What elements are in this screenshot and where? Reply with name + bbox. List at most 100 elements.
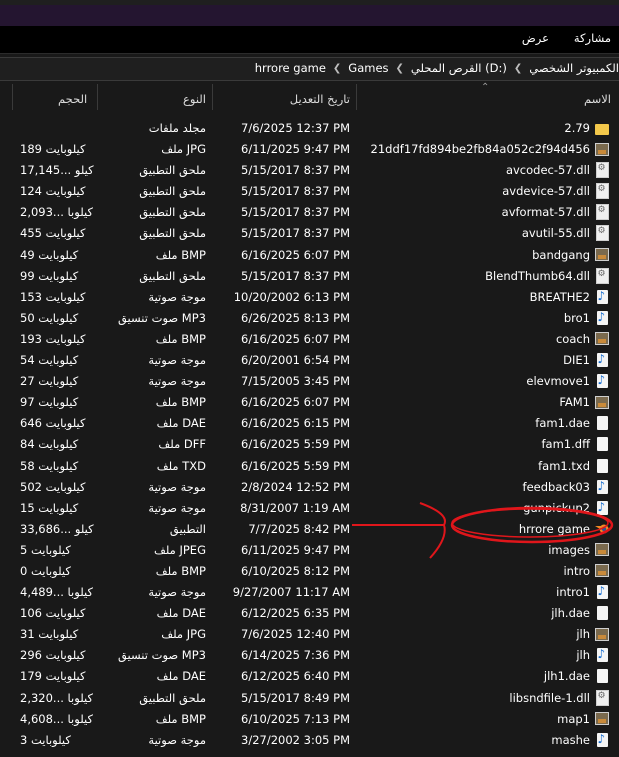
image-file-icon: [595, 563, 609, 579]
file-list: 2.79 7/6/2025 12:37 PM مجلد ملفات 21ddf17fd…: [0, 118, 619, 751]
command-bar: مشاركة عرض: [0, 26, 619, 53]
file-row[interactable]: jlh 6/14/2025 7:36 PM صوت تنسيق MP3 296 كيل…: [0, 645, 619, 666]
file-size: 4,608... كيلوبا: [20, 711, 93, 726]
column-header-size[interactable]: الحجم: [58, 92, 87, 106]
file-row[interactable]: mashe 3/27/2002 3:05 PM موجة صوتية 3 كيلوبا…: [0, 730, 619, 751]
audio-file-icon: [595, 289, 609, 305]
column-header-type[interactable]: النوع: [183, 92, 206, 106]
file-row[interactable]: libsndfile-1.dll 5/15/2017 8:49 PM ملحق ال…: [0, 688, 619, 709]
file-row[interactable]: avformat-57.dll 5/15/2017 8:37 PM ملحق الت…: [0, 202, 619, 223]
file-date: 3/27/2002 3:05 PM: [241, 732, 350, 747]
breadcrumb-games[interactable]: Games: [348, 61, 388, 75]
file-row[interactable]: jlh 7/6/2025 12:40 PM ملف JPG 31 كيلوبايت: [0, 624, 619, 645]
file-size: 179 كيلوبايت: [20, 669, 86, 684]
image-file-icon: [595, 394, 609, 410]
column-header-date[interactable]: تاريخ التعديل: [290, 92, 350, 106]
file-row[interactable]: avdevice-57.dll 5/15/2017 8:37 PM ملحق الت…: [0, 181, 619, 202]
file-date: 6/10/2025 8:12 PM: [241, 563, 350, 578]
file-type: ملحق التطبيق: [139, 690, 206, 705]
file-name: 21ddf17fd894be2fb84a052c2f94d456: [370, 142, 590, 157]
file-name: avformat-57.dll: [501, 205, 590, 220]
file-size: 27 كيلوبايت: [20, 374, 79, 389]
file-date: 2/8/2024 12:52 PM: [241, 479, 350, 494]
file-row[interactable]: feedback03 2/8/2024 12:52 PM موجة صوتية 502…: [0, 477, 619, 498]
file-date: 5/15/2017 8:37 PM: [241, 268, 350, 283]
file-row[interactable]: FAM1 6/16/2025 6:07 PM ملف BMP 97 كيلوبايت: [0, 392, 619, 413]
file-row[interactable]: DIE1 6/20/2001 6:54 PM موجة صوتية 54 كيلوبا…: [0, 350, 619, 371]
file-row[interactable]: BlendThumb64.dll 5/15/2017 8:37 PM ملحق ال…: [0, 266, 619, 287]
file-row[interactable]: bro1 6/26/2025 8:13 PM صوت تنسيق MP3 50 كيل…: [0, 308, 619, 329]
audio-file-icon: [595, 310, 609, 326]
file-date: 5/15/2017 8:37 PM: [241, 163, 350, 178]
file-row[interactable]: gunpickup2 8/31/2007 1:19 AM موجة صوتية 15 …: [0, 498, 619, 519]
file-row[interactable]: fam1.dae 6/16/2025 6:15 PM ملف DAE 646 كيلو…: [0, 413, 619, 434]
file-row[interactable]: BREATHE2 10/20/2002 6:13 PM موجة صوتية 153 …: [0, 287, 619, 308]
file-name: 2.79: [564, 121, 590, 135]
breadcrumb-current-folder[interactable]: hrrore game: [255, 61, 326, 75]
file-name: BlendThumb64.dll: [485, 268, 590, 283]
column-divider[interactable]: [356, 84, 357, 110]
file-type: موجة صوتية: [148, 585, 206, 600]
dll-file-icon: [595, 267, 609, 284]
file-row[interactable]: fam1.dff 6/16/2025 5:59 PM ملف DFF 84 كيلوب…: [0, 434, 619, 455]
file-type: موجة صوتية: [148, 374, 206, 389]
chevron-left-icon[interactable]: ❮: [333, 63, 341, 74]
file-row[interactable]: hrrore game 7/7/2025 8:42 PM التطبيق 33,686…: [0, 519, 619, 540]
file-row[interactable]: avutil-55.dll 5/15/2017 8:37 PM ملحق التطب…: [0, 223, 619, 244]
address-bar[interactable]: الكمبيوتر الشخصي ❮ القرص المحلي (D:) ❮ G…: [0, 57, 619, 81]
file-name: bro1: [563, 310, 590, 325]
column-header-name[interactable]: الاسم: [584, 92, 611, 106]
file-date: 7/6/2025 12:40 PM: [241, 627, 350, 642]
breadcrumb-this-pc[interactable]: الكمبيوتر الشخصي: [529, 61, 619, 75]
file-date: 6/11/2025 9:47 PM: [241, 142, 350, 157]
file-row[interactable]: elevmove1 7/15/2005 3:45 PM موجة صوتية 27 ك…: [0, 371, 619, 392]
share-menu[interactable]: مشاركة: [574, 31, 611, 45]
file-date: 7/15/2005 3:45 PM: [241, 374, 350, 389]
breadcrumb-local-disk[interactable]: القرص المحلي (D:): [411, 61, 507, 75]
file-row[interactable]: jlh1.dae 6/12/2025 6:40 PM ملف DAE 179 كيلو…: [0, 666, 619, 687]
chevron-left-icon[interactable]: ❮: [514, 63, 522, 74]
column-divider[interactable]: [97, 84, 98, 110]
file-date: 10/20/2002 6:13 PM: [233, 289, 350, 304]
file-row[interactable]: jlh.dae 6/12/2025 6:35 PM ملف DAE 106 كيلوب…: [0, 603, 619, 624]
audio-file-icon: [595, 500, 609, 516]
file-name: elevmove1: [526, 374, 590, 389]
file-type: صوت تنسيق MP3: [117, 648, 206, 663]
file-row[interactable]: 21ddf17fd894be2fb84a052c2f94d456 6/11/202…: [0, 139, 619, 160]
dll-file-icon: [595, 689, 609, 706]
file-row[interactable]: images 6/11/2025 9:47 PM ملف JPEG 5 كيلوباي…: [0, 540, 619, 561]
file-row[interactable]: map1 6/10/2025 7:13 PM ملف BMP 4,608... كيل…: [0, 709, 619, 730]
chevron-left-icon[interactable]: ❮: [396, 63, 404, 74]
file-type: مجلد ملفات: [148, 121, 206, 135]
column-divider[interactable]: [212, 84, 213, 110]
file-date: 6/16/2025 6:15 PM: [241, 416, 350, 431]
file-icon: [595, 415, 609, 431]
file-size: 5 كيلوبايت: [20, 542, 71, 557]
file-name: avcodec-57.dll: [505, 163, 590, 178]
file-type: صوت تنسيق MP3: [117, 310, 206, 325]
file-row[interactable]: fam1.txd 6/16/2025 5:59 PM ملف TXD 58 كيلوب…: [0, 456, 619, 477]
image-file-icon: [595, 711, 609, 727]
file-row[interactable]: bandgang 6/16/2025 6:07 PM ملف BMP 49 كيلوب…: [0, 245, 619, 266]
file-row[interactable]: intro1 9/27/2007 11:17 AM موجة صوتية 4,489.…: [0, 582, 619, 603]
file-size: 153 كيلوبايت: [20, 289, 86, 304]
file-row[interactable]: avcodec-57.dll 5/15/2017 8:37 PM ملحق التط…: [0, 160, 619, 181]
file-name: jlh1.dae: [543, 669, 590, 684]
file-name: fam1.txd: [538, 458, 590, 473]
file-size: 17,145... كيلو: [20, 163, 94, 178]
file-row[interactable]: coach 6/16/2025 6:07 PM ملف BMP 193 كيلوباي…: [0, 329, 619, 350]
view-menu[interactable]: عرض: [522, 31, 549, 45]
file-size: 124 كيلوبايت: [20, 184, 86, 199]
file-row[interactable]: intro 6/10/2025 8:12 PM ملف BMP 0 كيلوبايت: [0, 561, 619, 582]
file-name: mashe: [551, 732, 590, 747]
dll-file-icon: [595, 183, 609, 200]
file-type: ملف BMP: [155, 563, 206, 578]
file-type: ملف JPG: [161, 627, 206, 642]
file-icon: [595, 668, 609, 684]
file-name: FAM1: [559, 395, 590, 410]
file-size: 3 كيلوبايت: [20, 732, 71, 747]
file-name: intro: [563, 563, 590, 578]
column-divider[interactable]: [12, 84, 13, 110]
file-row[interactable]: 2.79 7/6/2025 12:37 PM مجلد ملفات: [0, 118, 619, 139]
file-type: ملحق التطبيق: [139, 163, 206, 178]
